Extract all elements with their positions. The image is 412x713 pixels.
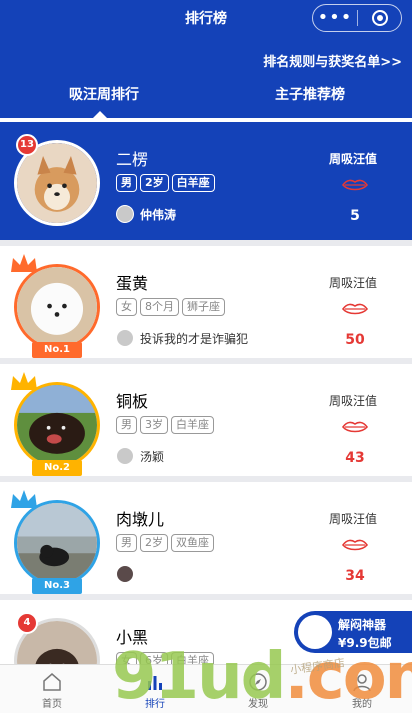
- score-value: 43: [345, 450, 365, 466]
- score-label: 周吸汪值: [329, 394, 378, 408]
- watermark-suffix: .com: [284, 640, 412, 713]
- tab-recommend-ranking[interactable]: 主子推荐榜: [275, 84, 345, 104]
- owner-name: 仲伟涛: [140, 207, 177, 222]
- pet-tags: 女 8个月 狮子座: [116, 298, 225, 316]
- nav-home[interactable]: 首页: [12, 665, 92, 713]
- tag-zodiac: 白羊座: [171, 174, 215, 192]
- score-value: 5: [350, 208, 360, 224]
- mini-program-capsule[interactable]: •••: [312, 4, 402, 32]
- score-label: 周吸汪值: [329, 276, 378, 290]
- header: 排行榜 ••• 排名规则与获奖名单>> 吸汪周排行 主子推荐榜: [0, 0, 412, 122]
- owner-avatar: [116, 565, 134, 583]
- score-label: 周吸汪值: [329, 512, 378, 526]
- lips-icon[interactable]: [342, 538, 368, 552]
- rank-badge: 13: [16, 134, 38, 156]
- owner-name: 汤颖: [140, 449, 165, 464]
- owner-row: 投诉我的才是诈骗犯: [116, 329, 248, 347]
- pet-avatar-wrap: No.1: [11, 254, 102, 358]
- crown-icon: [11, 490, 37, 508]
- tag-gender: 女: [116, 298, 137, 316]
- tag-zodiac: 白羊座: [171, 416, 214, 434]
- lips-icon[interactable]: [342, 178, 368, 192]
- tab-weekly-ranking[interactable]: 吸汪周排行: [69, 84, 139, 104]
- ranking-card[interactable]: No.3 肉墩儿 男 2岁 双鱼座 周吸汪值 34: [0, 482, 412, 594]
- owner-avatar: [116, 329, 134, 347]
- app-root: 排行榜 ••• 排名规则与获奖名单>> 吸汪周排行 主子推荐榜 13 二楞 男 …: [0, 0, 412, 713]
- watermark-logo: 91ud.com: [112, 640, 412, 713]
- tag-zodiac: 双鱼座: [171, 534, 214, 552]
- home-icon: [43, 673, 61, 691]
- pet-name: 二楞: [116, 150, 149, 169]
- owner-name: 投诉我的才是诈骗犯: [140, 331, 249, 346]
- rank-badge: 4: [16, 612, 38, 634]
- crown-icon: [11, 254, 37, 272]
- score-value: 50: [345, 332, 365, 348]
- ranking-card-current[interactable]: 13 二楞 男 2岁 白羊座 仲伟涛 周吸汪值 5: [0, 122, 412, 240]
- watermark-main: 91ud: [112, 640, 286, 713]
- tag-gender: 男: [116, 534, 137, 552]
- rank-ribbon: No.2: [32, 460, 82, 476]
- pet-avatar-wrap: 13: [14, 134, 102, 228]
- tag-gender: 男: [116, 174, 137, 192]
- nav-home-label: 首页: [42, 699, 62, 710]
- tag-age: 2岁: [140, 534, 168, 552]
- tab-bar: 吸汪周排行 主子推荐榜: [0, 84, 412, 106]
- owner-row: 仲伟涛: [116, 205, 176, 223]
- ranking-card[interactable]: No.1 蛋黄 女 8个月 狮子座 投诉我的才是诈骗犯 周吸汪值 50: [0, 246, 412, 358]
- pet-avatar-wrap: No.3: [11, 490, 102, 594]
- score-label: 周吸汪值: [329, 152, 378, 166]
- pet-avatar: [14, 500, 100, 586]
- ranking-card[interactable]: No.2 铜板 男 3岁 白羊座 汤颖 周吸汪值 43: [0, 364, 412, 476]
- tag-age: 3岁: [140, 416, 168, 434]
- pet-tags: 男 2岁 白羊座: [116, 174, 215, 192]
- lips-icon[interactable]: [342, 302, 368, 316]
- owner-row: [116, 565, 140, 583]
- lips-icon[interactable]: [342, 420, 368, 434]
- tag-zodiac: 狮子座: [182, 298, 225, 316]
- owner-avatar: [116, 447, 134, 465]
- crown-icon: [11, 372, 37, 390]
- pet-avatar-wrap: No.2: [11, 372, 102, 476]
- owner-row: 汤颖: [116, 447, 164, 465]
- rank-ribbon: No.3: [32, 578, 82, 594]
- pet-avatar: [14, 382, 100, 468]
- owner-avatar: [116, 205, 134, 223]
- rank-ribbon: No.1: [32, 342, 82, 358]
- pet-name: 肉墩儿: [116, 510, 165, 529]
- score-value: 34: [345, 568, 365, 584]
- tag-age: 2岁: [140, 174, 169, 192]
- more-icon[interactable]: •••: [313, 5, 357, 31]
- close-mini-program-icon[interactable]: [358, 10, 401, 26]
- rules-and-winners-link[interactable]: 排名规则与获奖名单>>: [263, 51, 402, 70]
- tag-gender: 男: [116, 416, 137, 434]
- tag-age: 8个月: [140, 298, 179, 316]
- promo-title: 解闷神器: [338, 618, 387, 632]
- pet-avatar: [14, 264, 100, 350]
- pet-tags: 男 2岁 双鱼座: [116, 534, 214, 552]
- pet-name: 蛋黄: [116, 274, 149, 293]
- pet-tags: 男 3岁 白羊座: [116, 416, 214, 434]
- pet-name: 铜板: [116, 392, 149, 411]
